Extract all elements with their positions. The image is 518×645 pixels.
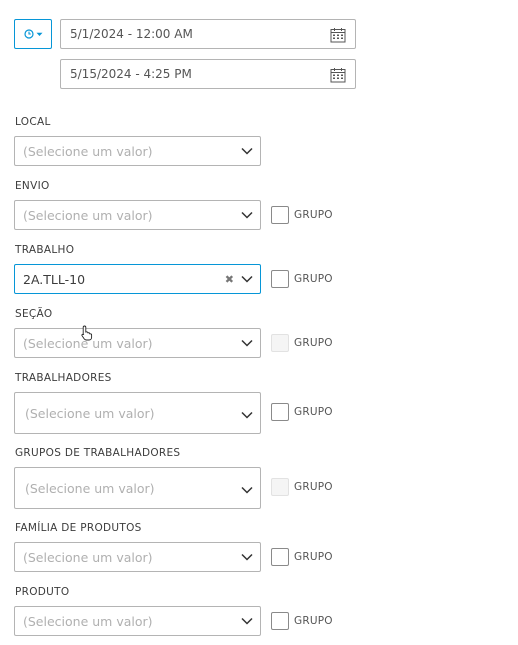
familia-produtos-label: FAMÍLIA DE PRODUTOS (15, 522, 142, 534)
familia-produtos-select-value: (Selecione um valor) (23, 549, 153, 565)
trabalhadores-group-checkbox[interactable] (271, 403, 289, 421)
trabalhadores-select-value: (Selecione um valor) (25, 405, 155, 421)
calendar-icon[interactable] (330, 67, 346, 83)
produto-label: PRODUTO (15, 586, 70, 598)
envio-select[interactable]: (Selecione um valor) (14, 200, 261, 230)
envio-select-value: (Selecione um valor) (23, 207, 153, 223)
produto-group-label: GRUPO (294, 615, 333, 627)
grupos-trabalhadores-group-label: GRUPO (294, 481, 333, 493)
trabalho-select-value: 2A.TLL-10 (23, 271, 86, 287)
end-date-value: 5/15/2024 - 4:25 PM (70, 67, 192, 81)
start-date-value: 5/1/2024 - 12:00 AM (70, 27, 193, 41)
produto-select-value: (Selecione um valor) (23, 613, 153, 629)
grupos-trabalhadores-label: GRUPOS DE TRABALHADORES (15, 447, 181, 459)
chevron-down-icon (241, 486, 253, 494)
hand-cursor-icon (81, 325, 93, 341)
chevron-down-icon (241, 617, 253, 625)
caret-down-icon (36, 32, 42, 36)
trabalho-select[interactable]: 2A.TLL-10 ✖ (14, 264, 261, 294)
clear-icon[interactable]: ✖ (225, 273, 234, 286)
grupos-trabalhadores-select-value: (Selecione um valor) (25, 480, 155, 496)
local-select[interactable]: (Selecione um valor) (14, 136, 261, 166)
clock-icon (23, 29, 34, 39)
envio-label: ENVIO (15, 180, 50, 192)
secao-select[interactable]: (Selecione um valor) (14, 328, 261, 358)
familia-produtos-select[interactable]: (Selecione um valor) (14, 542, 261, 572)
grupos-trabalhadores-select[interactable]: (Selecione um valor) (14, 467, 261, 509)
chevron-down-icon (241, 275, 253, 283)
start-date-field[interactable]: 5/1/2024 - 12:00 AM (60, 19, 356, 49)
secao-label: SEÇÃO (15, 308, 53, 320)
local-label: LOCAL (15, 116, 51, 128)
envio-group-checkbox[interactable] (271, 206, 289, 224)
calendar-icon[interactable] (330, 27, 346, 43)
trabalhadores-select[interactable]: (Selecione um valor) (14, 392, 261, 434)
produto-group-checkbox[interactable] (271, 612, 289, 630)
end-date-field[interactable]: 5/15/2024 - 4:25 PM (60, 59, 356, 89)
chevron-down-icon (241, 553, 253, 561)
local-select-value: (Selecione um valor) (23, 143, 153, 159)
grupos-trabalhadores-group-checkbox (271, 478, 289, 496)
trabalhadores-label: TRABALHADORES (15, 372, 112, 384)
chevron-down-icon (241, 211, 253, 219)
secao-group-checkbox (271, 334, 289, 352)
trabalho-label: TRABALHO (15, 244, 75, 256)
familia-produtos-group-label: GRUPO (294, 551, 333, 563)
chevron-down-icon (241, 411, 253, 419)
trabalhadores-group-label: GRUPO (294, 406, 333, 418)
envio-group-label: GRUPO (294, 209, 333, 221)
trabalho-group-checkbox[interactable] (271, 270, 289, 288)
familia-produtos-group-checkbox[interactable] (271, 548, 289, 566)
date-mode-button[interactable] (14, 19, 52, 49)
secao-group-label: GRUPO (294, 337, 333, 349)
chevron-down-icon (241, 147, 253, 155)
trabalho-group-label: GRUPO (294, 273, 333, 285)
produto-select[interactable]: (Selecione um valor) (14, 606, 261, 636)
chevron-down-icon (241, 339, 253, 347)
